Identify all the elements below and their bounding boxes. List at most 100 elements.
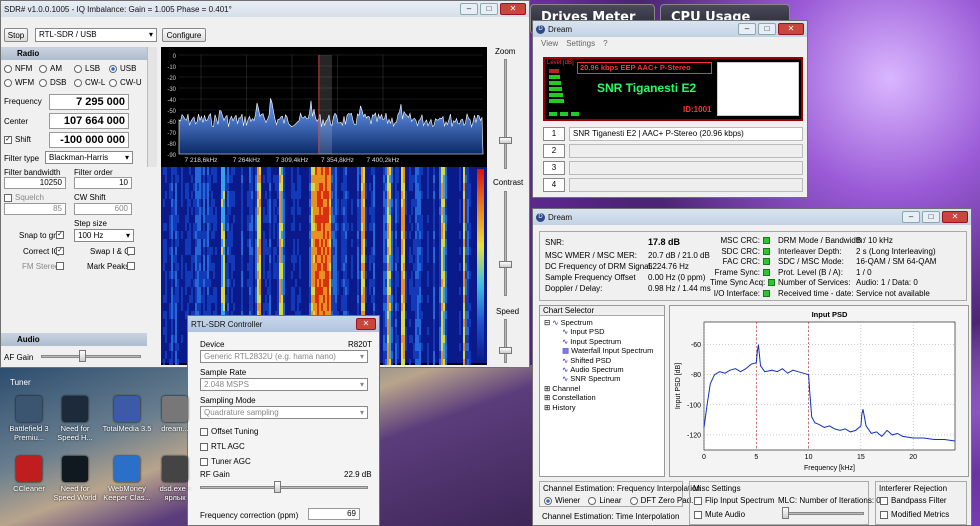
minimize-icon[interactable]: –	[902, 211, 920, 223]
service-row[interactable]: 3	[543, 161, 803, 177]
chart-tree-item[interactable]: ⊟ ∿ Spectrum	[544, 318, 664, 327]
correct-iq-checkbox[interactable]: ✓	[56, 247, 64, 255]
input-psd-chart-panel[interactable]: Input PSD 0 5 10 15 20 -60 -80 -100 -120 Frequency…	[669, 305, 969, 477]
sampling-mode-select[interactable]: Quadrature sampling	[200, 406, 368, 419]
radio-icon[interactable]	[4, 78, 12, 87]
service-row[interactable]: 1 SNR Tiganesti E2 | AAC+ P-Stereo (20.96…	[543, 127, 803, 143]
contrast-slider[interactable]	[504, 191, 507, 296]
close-icon[interactable]: ✕	[500, 3, 526, 15]
tree-expand-icon[interactable]: ⊞	[544, 393, 550, 402]
chart-tree-item[interactable]: ⊞ Constellation	[544, 393, 664, 402]
freq-interp-option[interactable]: Linear	[588, 496, 622, 505]
chart-tree-item[interactable]: ∿ Shifted PSD	[544, 356, 664, 365]
freq-interp-option[interactable]: DFT Zero Pad.	[629, 496, 693, 505]
shift-row[interactable]: ✓ Shift	[4, 135, 31, 144]
exe-icon[interactable]	[162, 456, 188, 482]
radio-icon[interactable]	[74, 78, 82, 87]
mode-nfm-radio[interactable]: NFM	[4, 64, 32, 73]
mode-wfm-radio[interactable]: WFM	[4, 78, 34, 87]
radio-icon[interactable]	[39, 64, 47, 73]
chart-tree-item[interactable]: ∿ Input Spectrum	[544, 337, 664, 346]
service-number-button[interactable]: 3	[543, 161, 565, 175]
mode-lsb-radio[interactable]: LSB	[74, 64, 100, 73]
tree-expand-icon[interactable]: ⊟	[544, 318, 550, 327]
sample-rate-select[interactable]: 2.048 MSPS	[200, 378, 368, 391]
close-icon[interactable]: ✕	[942, 211, 968, 223]
chart-tree-item[interactable]: ⊞ Channel	[544, 384, 664, 393]
speed-slider[interactable]	[504, 319, 507, 363]
mode-cw-l-radio[interactable]: CW-L	[74, 78, 105, 87]
modified-metrics-checkbox[interactable]	[880, 510, 888, 519]
radio-icon[interactable]	[74, 64, 82, 73]
bandpass-filter-checkbox[interactable]	[880, 496, 888, 505]
radio-icon[interactable]	[4, 64, 12, 73]
mlc-iterations-thumb[interactable]	[782, 507, 789, 519]
desktop-icon-label[interactable]: Need for Speed World	[50, 484, 100, 502]
minimize-icon[interactable]: –	[460, 3, 478, 15]
step-size-select[interactable]: 100 Hz	[74, 229, 134, 242]
sdrsharp-titlebar[interactable]: SDR# v1.0.0.1005 - IQ Imbalance: Gain = …	[1, 1, 529, 17]
shift-checkbox[interactable]: ✓	[4, 135, 12, 144]
webmoney-icon[interactable]	[114, 456, 140, 482]
fm-stereo-checkbox[interactable]	[56, 262, 64, 270]
stop-button[interactable]: Stop	[4, 28, 28, 42]
desktop-icon-label[interactable]: CCleaner	[4, 484, 54, 493]
rtl-agc-checkbox[interactable]	[200, 442, 208, 451]
source-select[interactable]: RTL-SDR / USB	[35, 28, 157, 42]
zoom-thumb[interactable]	[499, 137, 512, 144]
shift-display[interactable]: -100 000 000	[49, 132, 129, 148]
squelch-checkbox[interactable]	[4, 193, 12, 202]
minimize-icon[interactable]: –	[738, 23, 756, 35]
radio-icon[interactable]	[629, 496, 638, 505]
filter-type-select[interactable]: Blackman-Harris	[45, 151, 133, 164]
radio-icon[interactable]	[39, 78, 47, 87]
car-game-icon[interactable]	[62, 456, 88, 482]
flip-spectrum-checkbox[interactable]	[694, 496, 702, 505]
chart-tree-item[interactable]: ∿ SNR Spectrum	[544, 374, 664, 383]
audio-section-header[interactable]: Audio	[1, 333, 147, 346]
flip-spectrum-row[interactable]: Flip Input Spectrum	[694, 496, 774, 505]
ccleaner-icon[interactable]	[16, 456, 42, 482]
maximize-icon[interactable]: □	[922, 211, 940, 223]
cw-shift-input[interactable]: 600	[74, 203, 132, 215]
desktop-icon-label[interactable]: Need for Speed H...	[50, 424, 100, 442]
snap-to-grid-checkbox[interactable]: ✓	[56, 231, 64, 239]
speed-thumb[interactable]	[499, 347, 512, 354]
mute-audio-checkbox[interactable]	[694, 510, 702, 519]
freq-correction-input[interactable]: 69	[308, 508, 360, 520]
desktop-icon-label[interactable]: dream...	[150, 424, 200, 433]
tuner-agc-row[interactable]: Tuner AGC	[200, 457, 251, 466]
swap-iq-checkbox[interactable]	[127, 247, 135, 255]
tree-expand-icon[interactable]: ⊞	[544, 403, 550, 412]
mode-usb-radio[interactable]: USB	[109, 64, 136, 73]
dream-small-titlebar[interactable]: D Dream – □ ✕	[533, 21, 807, 37]
chart-tree-item[interactable]: ∿ Input PSD	[544, 327, 664, 336]
desktop-icon-label[interactable]: WebMoney Keeper Clas...	[102, 484, 152, 502]
frequency-display[interactable]: 7 295 000	[49, 94, 129, 110]
radio-section-header[interactable]: Radio	[1, 47, 147, 60]
filter-order-input[interactable]: 10	[74, 177, 132, 189]
af-gain-slider[interactable]	[41, 355, 141, 358]
service-number-button[interactable]: 1	[543, 127, 565, 141]
freq-interp-option[interactable]: Wiener	[544, 496, 580, 505]
zoom-slider[interactable]	[504, 59, 507, 169]
service-number-button[interactable]: 4	[543, 178, 565, 192]
contrast-thumb[interactable]	[499, 261, 512, 268]
mlc-iterations-slider[interactable]	[782, 512, 864, 515]
car-game-icon[interactable]	[62, 396, 88, 422]
maximize-icon[interactable]: □	[758, 23, 776, 35]
left-panel-scrollbar[interactable]	[147, 47, 157, 167]
desktop-icon-label[interactable]: TotalMedia 3.5	[102, 424, 152, 433]
menu-settings[interactable]: Settings	[566, 39, 595, 51]
squelch-input[interactable]: 85	[4, 203, 66, 215]
close-icon[interactable]: ✕	[778, 23, 804, 35]
menu-view[interactable]: View	[541, 39, 558, 51]
center-display[interactable]: 107 664 000	[49, 113, 129, 129]
radio-icon[interactable]	[109, 64, 117, 73]
af-gain-thumb[interactable]	[79, 350, 86, 362]
chart-tree-item[interactable]: ⊞ History	[544, 403, 664, 412]
configure-button[interactable]: Configure	[162, 28, 206, 42]
mode-am-radio[interactable]: AM	[39, 64, 62, 73]
offset-tuning-row[interactable]: Offset Tuning	[200, 427, 258, 436]
bandpass-filter-row[interactable]: Bandpass Filter	[880, 496, 947, 505]
